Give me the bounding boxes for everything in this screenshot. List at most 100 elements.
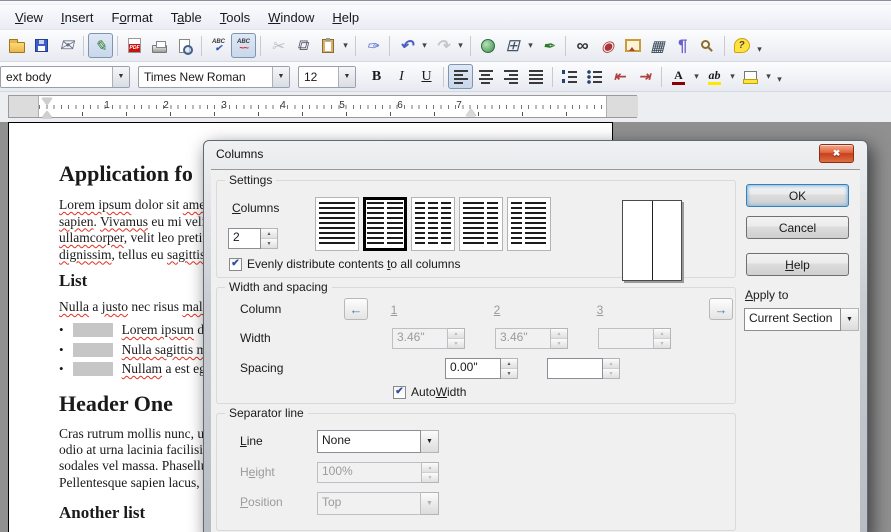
navigator-button[interactable]: ◉ bbox=[595, 33, 620, 58]
indent-marker[interactable] bbox=[466, 104, 476, 116]
ruler-number: 1 bbox=[101, 100, 113, 111]
column-next-button[interactable]: → bbox=[709, 298, 733, 320]
combo-arrow-icon[interactable]: ▼ bbox=[421, 430, 439, 453]
highlighting-button[interactable]: ab bbox=[702, 64, 727, 89]
highlighting-dropdown[interactable]: ▾ bbox=[727, 65, 738, 88]
justify-button[interactable] bbox=[523, 64, 548, 89]
open-button[interactable] bbox=[4, 33, 29, 58]
evenly-distribute-checkbox[interactable]: ✔ bbox=[229, 258, 242, 271]
copy-button[interactable]: ⧉ bbox=[290, 33, 315, 58]
ok-button[interactable]: OK bbox=[746, 184, 849, 207]
background-color-dropdown[interactable]: ▾ bbox=[763, 65, 774, 88]
evenly-distribute-row: ✔ Evenly distribute contents to all colu… bbox=[229, 257, 460, 271]
spacing-value-2 bbox=[547, 358, 603, 379]
combo-arrow-icon: ▼ bbox=[421, 492, 439, 515]
gallery-button[interactable] bbox=[620, 33, 645, 58]
preset-two-columns[interactable] bbox=[363, 197, 407, 251]
menu-view[interactable]: View bbox=[6, 7, 52, 28]
preset-left-wide[interactable] bbox=[459, 197, 503, 251]
data-sources-button[interactable]: ▦ bbox=[645, 33, 670, 58]
page-preview-button[interactable] bbox=[172, 33, 197, 58]
save-button[interactable] bbox=[29, 33, 54, 58]
horizontal-ruler[interactable]: 1 2 3 4 5 6 7 bbox=[8, 95, 637, 118]
numbered-list-button[interactable] bbox=[557, 64, 582, 89]
spacing-spinner-1[interactable]: 0.00" ▲▼ bbox=[445, 358, 518, 379]
column-prev-button[interactable]: ← bbox=[344, 298, 368, 320]
spin-down-icon[interactable]: ▼ bbox=[261, 239, 277, 248]
decrease-indent-button[interactable]: ⇤ bbox=[607, 64, 632, 89]
spinner-buttons[interactable]: ▲▼ bbox=[501, 358, 518, 379]
dialog-close-button[interactable]: ✖ bbox=[819, 144, 854, 163]
spin-up-icon[interactable]: ▲ bbox=[501, 359, 517, 369]
combo-arrow-icon[interactable]: ▼ bbox=[841, 308, 859, 331]
spacing-value-1[interactable]: 0.00" bbox=[445, 358, 501, 379]
italic-button[interactable]: I bbox=[389, 64, 414, 89]
columns-count-spinner[interactable]: 2 ▲▼ bbox=[228, 228, 278, 249]
undo-button[interactable]: ↶ bbox=[394, 33, 419, 58]
zoom-button[interactable] bbox=[695, 33, 720, 58]
background-color-button[interactable] bbox=[738, 64, 763, 89]
find-replace-button[interactable]: ∞ bbox=[570, 33, 595, 58]
ruler-number: 4 bbox=[277, 100, 289, 111]
font-color-button[interactable]: A bbox=[666, 64, 691, 89]
paragraph-style-combo[interactable]: ext body ▼ bbox=[0, 66, 130, 88]
toolbar-overflow[interactable]: ▾ bbox=[774, 68, 785, 91]
format-paintbrush-button[interactable]: ✑ bbox=[360, 33, 385, 58]
bullet-list-icon bbox=[587, 70, 602, 84]
preset-one-column[interactable] bbox=[315, 197, 359, 251]
justify-icon bbox=[529, 70, 543, 84]
increase-indent-button[interactable]: ⇥ bbox=[632, 64, 657, 89]
paste-button[interactable] bbox=[315, 33, 340, 58]
export-pdf-button[interactable]: PDF bbox=[122, 33, 147, 58]
draw-functions-button[interactable]: ✒ bbox=[536, 33, 561, 58]
checkmark-icon: ✔ bbox=[231, 258, 239, 269]
hyperlink-button[interactable] bbox=[475, 33, 500, 58]
menu-format[interactable]: Format bbox=[102, 7, 161, 28]
underline-button[interactable]: U bbox=[414, 64, 439, 89]
autowidth-checkbox[interactable]: ✔ bbox=[393, 386, 406, 399]
combo-arrow-icon[interactable]: ▼ bbox=[112, 67, 129, 87]
formatting-marks-button[interactable]: ¶ bbox=[670, 33, 695, 58]
spin-up-icon[interactable]: ▲ bbox=[261, 229, 277, 239]
redo-dropdown[interactable]: ▾ bbox=[455, 34, 466, 57]
help-dialog-button[interactable]: Help bbox=[746, 253, 849, 276]
font-size-combo[interactable]: 12 ▼ bbox=[298, 66, 356, 88]
apply-to-combo[interactable]: Current Section ▼ bbox=[744, 308, 859, 331]
menu-window[interactable]: Window bbox=[259, 7, 323, 28]
spellcheck-button[interactable]: ABC✔ bbox=[206, 33, 231, 58]
menu-help[interactable]: Help bbox=[323, 7, 368, 28]
help-button[interactable]: ? bbox=[729, 33, 754, 58]
spinner-buttons[interactable]: ▲▼ bbox=[261, 228, 278, 249]
undo-arrow-icon: ↶ bbox=[400, 36, 413, 56]
insert-table-button[interactable]: ⊞ bbox=[500, 33, 525, 58]
underline-icon: U bbox=[421, 69, 431, 85]
paste-dropdown[interactable]: ▾ bbox=[340, 34, 351, 57]
help-label: Help bbox=[785, 258, 810, 272]
bold-button[interactable]: B bbox=[364, 64, 389, 89]
align-right-button[interactable] bbox=[498, 64, 523, 89]
font-color-dropdown[interactable]: ▾ bbox=[691, 65, 702, 88]
preset-three-columns[interactable] bbox=[411, 197, 455, 251]
columns-count-value[interactable]: 2 bbox=[228, 228, 261, 249]
menu-tools[interactable]: Tools bbox=[211, 7, 259, 28]
preset-right-wide[interactable] bbox=[507, 197, 551, 251]
align-center-button[interactable] bbox=[473, 64, 498, 89]
print-button[interactable] bbox=[147, 33, 172, 58]
bullet-list-button[interactable] bbox=[582, 64, 607, 89]
cancel-button[interactable]: Cancel bbox=[746, 216, 849, 239]
toolbar-overflow[interactable]: ▾ bbox=[754, 38, 765, 61]
edit-file-button[interactable]: ✎ bbox=[88, 33, 113, 58]
autospellcheck-button[interactable]: ABC~~ bbox=[231, 33, 256, 58]
font-name-combo[interactable]: Times New Roman ▼ bbox=[138, 66, 290, 88]
menu-table[interactable]: Table bbox=[162, 7, 211, 28]
align-left-button[interactable] bbox=[448, 64, 473, 89]
spin-down-icon[interactable]: ▼ bbox=[501, 369, 517, 378]
margin-marker-bottom[interactable] bbox=[42, 106, 52, 118]
table-dropdown[interactable]: ▾ bbox=[525, 34, 536, 57]
undo-dropdown[interactable]: ▾ bbox=[419, 34, 430, 57]
email-button[interactable]: ✉ bbox=[54, 33, 79, 58]
line-style-combo[interactable]: None ▼ bbox=[317, 430, 439, 453]
combo-arrow-icon[interactable]: ▼ bbox=[272, 67, 289, 87]
menu-insert[interactable]: Insert bbox=[52, 7, 103, 28]
combo-arrow-icon[interactable]: ▼ bbox=[338, 67, 355, 87]
